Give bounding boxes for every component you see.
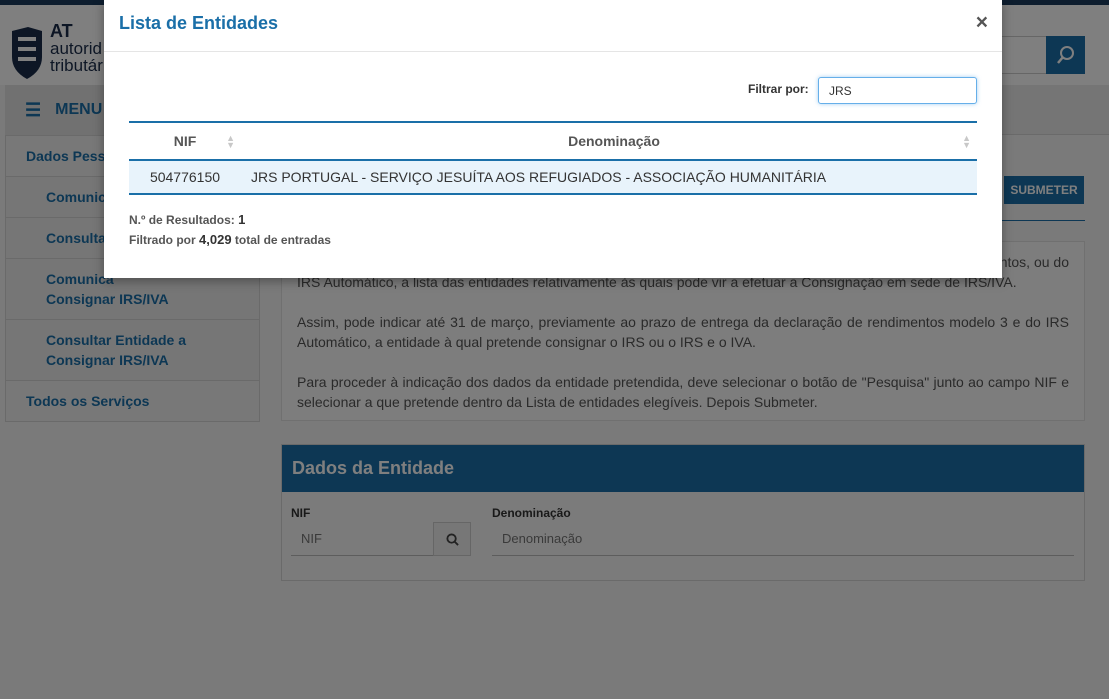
column-header-nif[interactable]: NIF ▲ ▼ [129,121,241,161]
table-header-row: NIF ▲ ▼ Denominação ▲ ▼ [129,121,977,161]
filtered-suffix: total de entradas [234,233,331,247]
sort-icon: ▲ ▼ [226,133,235,150]
results-table: NIF ▲ ▼ Denominação ▲ ▼ 504776150 JRS PORT… [129,121,977,195]
table-row[interactable]: 504776150 JRS PORTUGAL - SERVIÇO JESUÍTA… [129,160,977,195]
cell-nif[interactable]: 504776150 [129,160,241,195]
entity-list-modal: Lista de Entidades × Filtrar por: NIF ▲▼… [104,0,1002,278]
column-header-label: Denominação [568,133,660,149]
filtered-total: 4,029 [199,232,232,247]
column-header-denominacao[interactable]: Denominação ▲ ▼ [241,121,977,161]
modal-header: Lista de Entidades × [104,0,1002,52]
modal-title: Lista de Entidades [119,13,279,33]
filtered-prefix: Filtrado por [129,233,196,247]
close-icon[interactable]: × [976,11,988,35]
filter-label: Filtrar por: [748,82,809,96]
results-summary: N.º de Resultados: 1 Filtrado por 4,029 … [129,210,331,250]
sort-icon: ▲ ▼ [962,133,971,150]
results-count: 1 [238,212,246,227]
results-label: N.º de Resultados: [129,213,235,227]
column-header-label: NIF [173,133,197,149]
cell-denominacao[interactable]: JRS PORTUGAL - SERVIÇO JESUÍTA AOS REFUG… [241,160,977,195]
filter-input[interactable] [818,77,977,104]
